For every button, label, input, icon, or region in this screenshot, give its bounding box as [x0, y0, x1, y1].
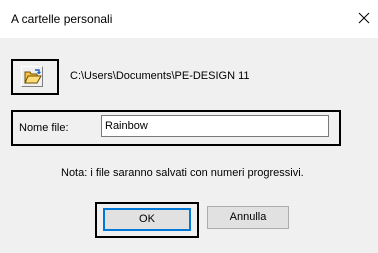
file-name-input[interactable] [101, 115, 329, 137]
file-name-label: Nome file: [19, 122, 69, 134]
folder-path: C:\Users\Documents\PE-DESIGN 11 [70, 70, 250, 82]
save-dialog: A cartelle personali C:\Users\Documents\… [0, 0, 378, 253]
ok-highlight-box: OK [95, 202, 199, 238]
browse-folder-button[interactable] [21, 66, 43, 87]
cancel-button[interactable]: Annulla [207, 206, 289, 229]
note-text: Nota: i file saranno salvati con numeri … [61, 167, 304, 179]
ok-button[interactable]: OK [103, 208, 191, 231]
title-bar: A cartelle personali [0, 0, 378, 38]
close-button[interactable] [354, 0, 378, 38]
open-folder-icon [24, 69, 42, 84]
folder-highlight-box [11, 59, 59, 95]
file-name-highlight-box: Nome file: [11, 110, 341, 146]
window-title: A cartelle personali [11, 12, 113, 26]
close-icon [358, 12, 370, 24]
